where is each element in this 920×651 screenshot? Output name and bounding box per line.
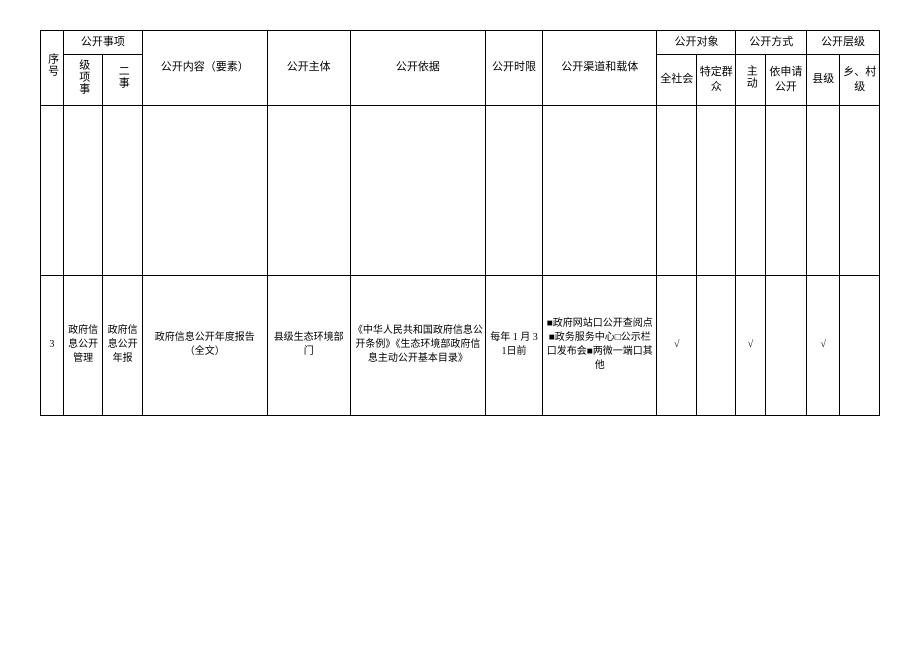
th-level-county: 县级: [807, 55, 840, 105]
cell-channel: ■政府网站口公开查阅点■政务服务中心□公示栏口发布会■两微一端口其他: [543, 275, 657, 415]
th-subject: 公开主体: [267, 31, 350, 106]
th-seq: 序号: [41, 31, 64, 106]
cell-method-active: √: [736, 275, 765, 415]
cell-content: 政府信息公开年度报告（全文）: [142, 275, 267, 415]
cell-target-all: √: [657, 275, 697, 415]
cell-basis: 《中华人民共和国政府信息公开条例》《生态环境部政府信息主动公开基本目录》: [350, 275, 485, 415]
th-level-village: 乡、村级: [840, 55, 880, 105]
th-matter-lvl2: 二事: [103, 55, 143, 105]
th-method-active: 主动: [736, 55, 765, 105]
cell-target-spec: [696, 275, 736, 415]
th-target: 公开对象: [657, 31, 736, 55]
th-target-all: 全社会: [657, 55, 697, 105]
th-target-spec: 特定群众: [696, 55, 736, 105]
cell-lvl1: 政府信息公开管理: [63, 275, 103, 415]
th-method: 公开方式: [736, 31, 807, 55]
cell-lvl2: 政府信息公开年报: [103, 275, 143, 415]
table-row: 3 政府信息公开管理 政府信息公开年报 政府信息公开年度报告（全文） 县级生态环…: [41, 275, 880, 415]
th-time: 公开时限: [485, 31, 542, 106]
cell-time: 每年 1 月 31日前: [485, 275, 542, 415]
cell-method-apply: [765, 275, 807, 415]
th-method-apply: 依申请公开: [765, 55, 807, 105]
th-channel: 公开渠道和载体: [543, 31, 657, 106]
th-matter: 公开事项: [63, 31, 142, 55]
th-matter-lvl1: 级项事: [63, 55, 103, 105]
cell-level-village: [840, 275, 880, 415]
table-row-empty: [41, 105, 880, 275]
cell-level-county: √: [807, 275, 840, 415]
th-level: 公开层级: [807, 31, 880, 55]
th-content: 公开内容（要素）: [142, 31, 267, 106]
disclosure-table: 序号 公开事项 公开内容（要素） 公开主体 公开依据 公开时限 公开渠道和载体 …: [40, 30, 880, 416]
cell-subject: 县级生态环境部门: [267, 275, 350, 415]
th-basis: 公开依据: [350, 31, 485, 106]
cell-seq: 3: [41, 275, 64, 415]
